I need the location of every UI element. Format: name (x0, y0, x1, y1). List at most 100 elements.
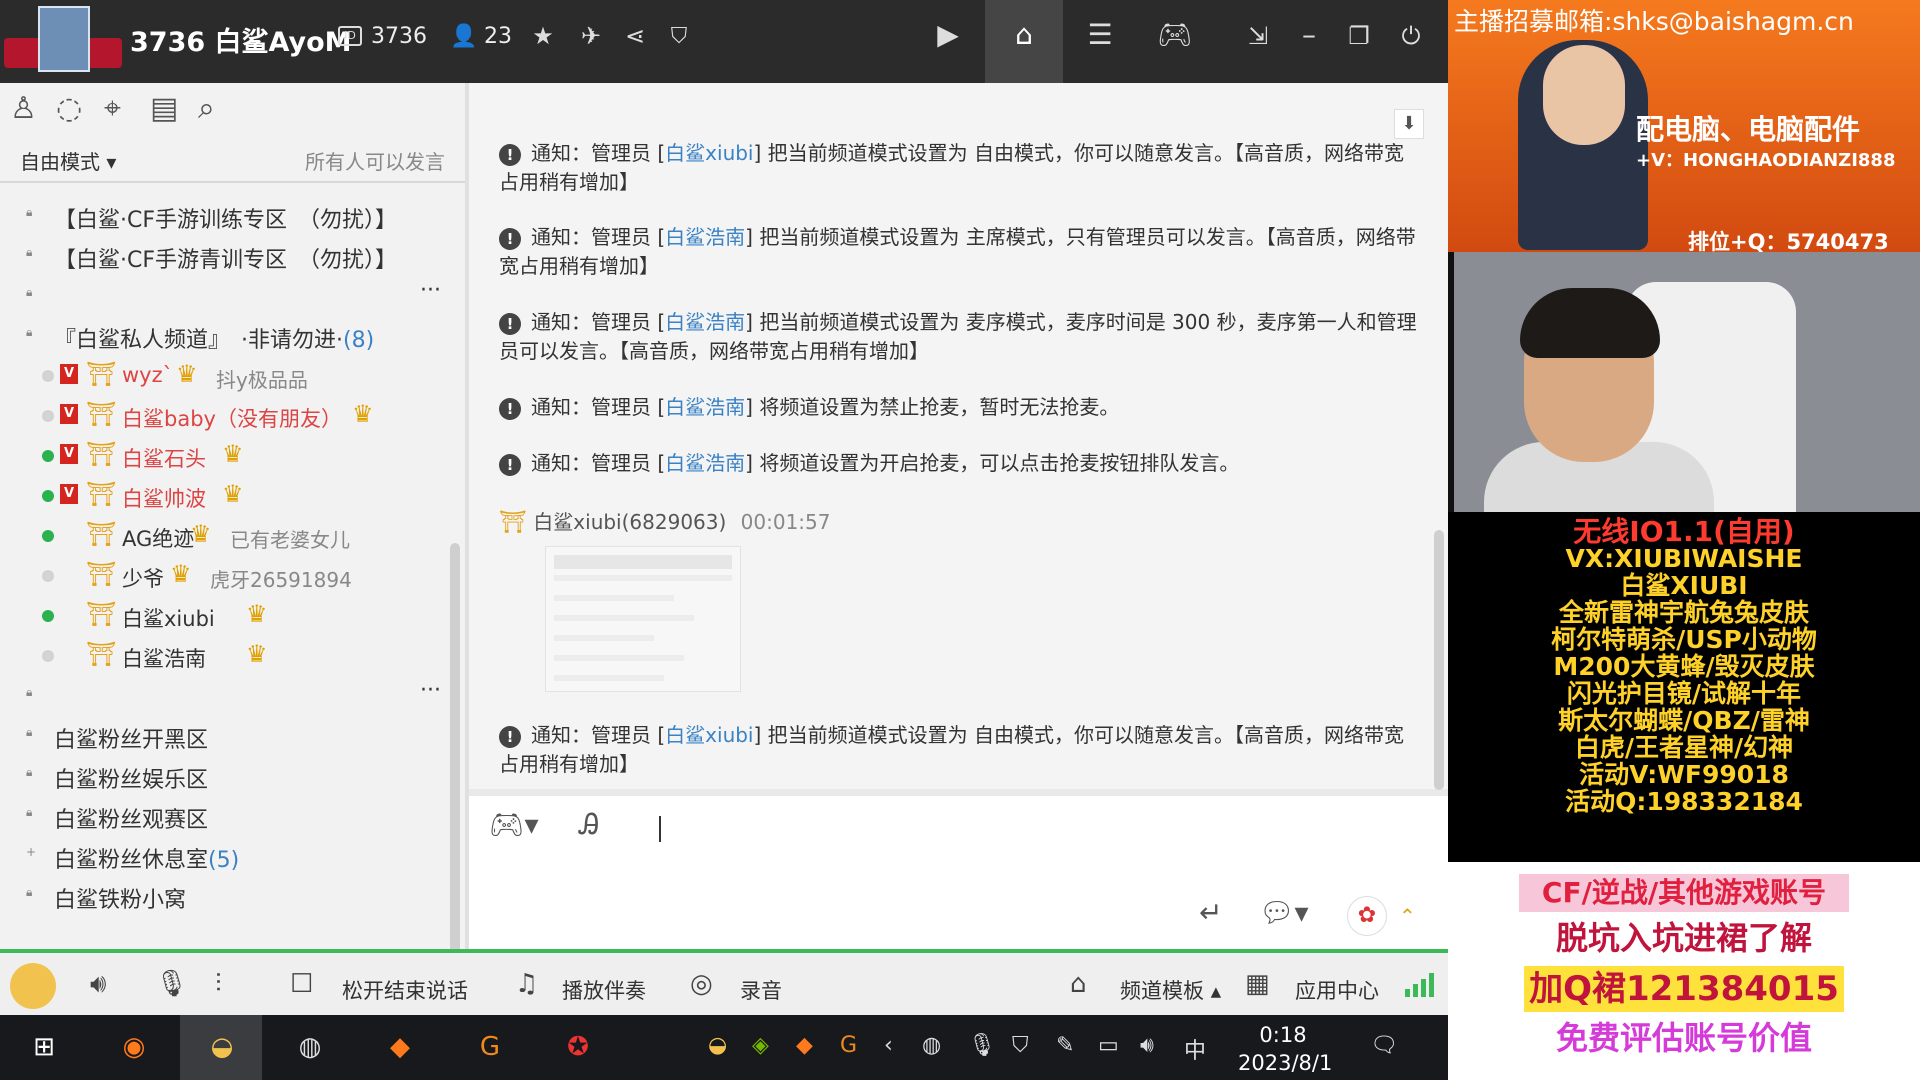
more-icon[interactable]: ··· (420, 678, 441, 703)
play-accompaniment-button[interactable]: 播放伴奏 (562, 975, 646, 1005)
yy-app-icon[interactable]: ◒ (202, 1029, 242, 1065)
channel-item[interactable]: 🔒︎ 白鲨铁粉小窝 (0, 876, 450, 916)
minimize-to-tray-icon[interactable]: ⇲ (1235, 22, 1281, 50)
crown-icon: ♛ (222, 480, 244, 508)
shield-icon[interactable]: ⛉ (656, 24, 702, 49)
message-input-box[interactable]: 🎮︎▾ Ꭿ ↵ 💬︎▾ ✿ ⌃ (469, 796, 1448, 949)
minimize-icon[interactable]: – (1286, 18, 1332, 51)
portrait-face (1543, 45, 1625, 145)
room-avatar[interactable] (38, 6, 90, 72)
tray-edit-icon[interactable]: ✎ (1056, 1033, 1074, 1058)
member-row[interactable]: ⛩ 少爷 ♛ 虎牙26591894 (0, 556, 450, 596)
member-row[interactable]: V ⛩ 白鲨石头 ♛ (0, 436, 450, 476)
channel-item[interactable]: 🔒︎ 白鲨粉丝开黑区 (0, 716, 450, 756)
microphone-icon[interactable]: 🎙︎ (155, 969, 188, 999)
alert-icon: ! (499, 228, 521, 250)
channel-panel: ♙ ◌ ⌖ ▤ ⌕ 自由模式 ▾ 所有人可以发言 🔒︎ 【白鲨·CF手游训练专区… (0, 83, 465, 1033)
music-icon[interactable]: ♫ (515, 969, 538, 999)
member-row[interactable]: V ⛩ 白鲨baby（没有朋友） ♛ (0, 396, 450, 436)
volume-icon[interactable]: 🔊︎ (1140, 1033, 1154, 1058)
plane-icon[interactable]: ✈ (568, 22, 614, 50)
search-icon[interactable]: ⌕ (198, 91, 215, 126)
equalizer-icon[interactable]: ⫶ (215, 969, 222, 1000)
record-icon[interactable]: ◎ (690, 969, 713, 999)
notes-icon[interactable]: ▤ (150, 91, 178, 126)
message-sender[interactable]: 白鲨xiubi(6829063) (533, 510, 726, 534)
location-icon[interactable]: ⌖ (104, 91, 121, 126)
enter-icon[interactable]: ↵ (1199, 896, 1222, 929)
channel-item[interactable]: 🔒︎ (0, 676, 450, 716)
scroll-down-icon[interactable]: ⬇ (1394, 109, 1424, 139)
power-icon[interactable]: ⏻ (1388, 22, 1434, 50)
apps-grid-icon[interactable]: ▦ (1245, 969, 1270, 999)
chat-image-attachment[interactable] (545, 546, 741, 692)
member-row[interactable]: V ⛩ 白鲨帅波 ♛ (0, 476, 450, 516)
channel-item[interactable]: 🔒︎ 【白鲨·CF手游青训专区 （勿扰）】 (0, 236, 450, 276)
chat-history-icon[interactable]: ◌ (56, 91, 82, 126)
mode-dropdown[interactable]: 自由模式 ▾ (20, 146, 116, 175)
streamer-hair (1520, 288, 1660, 358)
flower-icon[interactable]: ✿ (1347, 896, 1387, 936)
admin-link[interactable]: 白鲨浩南 (665, 395, 745, 419)
tray-g-icon[interactable]: G (840, 1033, 857, 1058)
network-icon[interactable]: ▭ (1098, 1033, 1119, 1058)
chat-bubble-icon[interactable]: 💬︎▾ (1259, 896, 1309, 929)
record-button[interactable]: 录音 (740, 975, 782, 1005)
channel-item[interactable]: 🔒︎ 白鲨粉丝娱乐区 (0, 756, 450, 796)
app-g-icon[interactable]: G (470, 1029, 510, 1065)
yy-logo-icon[interactable] (10, 963, 56, 1009)
font-style-icon[interactable]: Ꭿ (579, 808, 599, 842)
home-icon[interactable]: ⌂ (1001, 18, 1047, 51)
star-icon[interactable]: ★ (520, 22, 566, 50)
windows-start-icon[interactable]: ⊞ (24, 1029, 64, 1065)
tray-yy-icon[interactable]: ◒ (708, 1033, 727, 1058)
ime-indicator[interactable]: 中 (1184, 1033, 1206, 1065)
crown-icon: ♛ (176, 360, 198, 388)
restore-icon[interactable]: ❐ (1336, 22, 1382, 50)
tray-mic-icon[interactable]: 🎙︎ (968, 1033, 996, 1058)
medal-icon: ⛩ (86, 600, 117, 628)
tray-app-icon[interactable]: ◆ (796, 1033, 813, 1058)
speaker-icon[interactable]: 🔊︎ (90, 969, 106, 1000)
channel-item[interactable]: 🔒︎ (0, 276, 450, 316)
video-icon[interactable]: ▶ (925, 18, 971, 51)
app-center-button[interactable]: 应用中心 (1295, 975, 1379, 1005)
chevron-up-icon[interactable]: ⌃ (1399, 904, 1416, 928)
admin-link[interactable]: 白鲨浩南 (665, 310, 745, 334)
channel-item[interactable]: + 白鲨粉丝休息室(5) (0, 836, 450, 876)
ad-line: 白虎/王者星神/幻神 (1574, 733, 1794, 762)
person-icon[interactable]: ♙ (10, 91, 37, 126)
private-channel[interactable]: 🔒︎ 『白鲨私人频道』 ·非请勿进·(8) (0, 316, 450, 356)
member-row[interactable]: ⛩ 白鲨xiubi ♛ (0, 596, 450, 636)
template-icon[interactable]: ⌂ (1070, 969, 1087, 999)
tray-security-icon[interactable]: ⛉ (1012, 1033, 1029, 1058)
admin-link[interactable]: 白鲨浩南 (665, 451, 745, 475)
checkbox-icon[interactable]: ☐ (290, 969, 313, 999)
member-row[interactable]: ⛩ AG绝迹 ♛ 已有老婆女儿 (0, 516, 450, 556)
tray-arrow-icon[interactable]: ‹ (884, 1033, 893, 1058)
channel-item[interactable]: 🔒︎ 白鲨粉丝观赛区 (0, 796, 450, 836)
admin-link[interactable]: 白鲨xiubi (665, 723, 753, 747)
game-app-icon[interactable]: ✪ (558, 1029, 598, 1065)
admin-link[interactable]: 白鲨浩南 (665, 225, 745, 249)
release-to-stop-label[interactable]: 松开结束说话 (342, 975, 468, 1005)
member-row[interactable]: V ⛩ wyz` ♛ 抖y极品品 (0, 356, 450, 396)
tray-obs-icon[interactable]: ◍ (922, 1033, 941, 1058)
gamepad-icon[interactable]: 🎮︎ (1152, 18, 1198, 51)
taskbar-clock[interactable]: 0:18 2023/8/1 (1238, 1021, 1332, 1077)
admin-link[interactable]: 白鲨xiubi (665, 141, 753, 165)
tray-nvidia-icon[interactable]: ◈ (752, 1033, 769, 1058)
channel-template-button[interactable]: 频道模板 ▴ (1120, 975, 1221, 1005)
app-icon[interactable]: ◆ (380, 1029, 420, 1065)
notification-icon[interactable]: 🗨︎ (1370, 1033, 1398, 1058)
scrollbar[interactable] (1434, 530, 1444, 790)
obs-icon[interactable]: ◍ (290, 1029, 330, 1065)
expand-icon[interactable]: + (26, 845, 40, 863)
firefox-icon[interactable]: ◉ (114, 1029, 154, 1065)
share-icon[interactable]: ⋖ (612, 22, 658, 50)
game-emoji-icon[interactable]: 🎮︎▾ (489, 808, 539, 841)
channel-item[interactable]: 🔒︎ 【白鲨·CF手游训练专区 （勿扰）】 (0, 196, 450, 236)
member-row[interactable]: ⛩ 白鲨浩南 ♛ (0, 636, 450, 676)
list-icon[interactable]: ☰ (1077, 18, 1123, 51)
more-icon[interactable]: ··· (420, 278, 441, 303)
